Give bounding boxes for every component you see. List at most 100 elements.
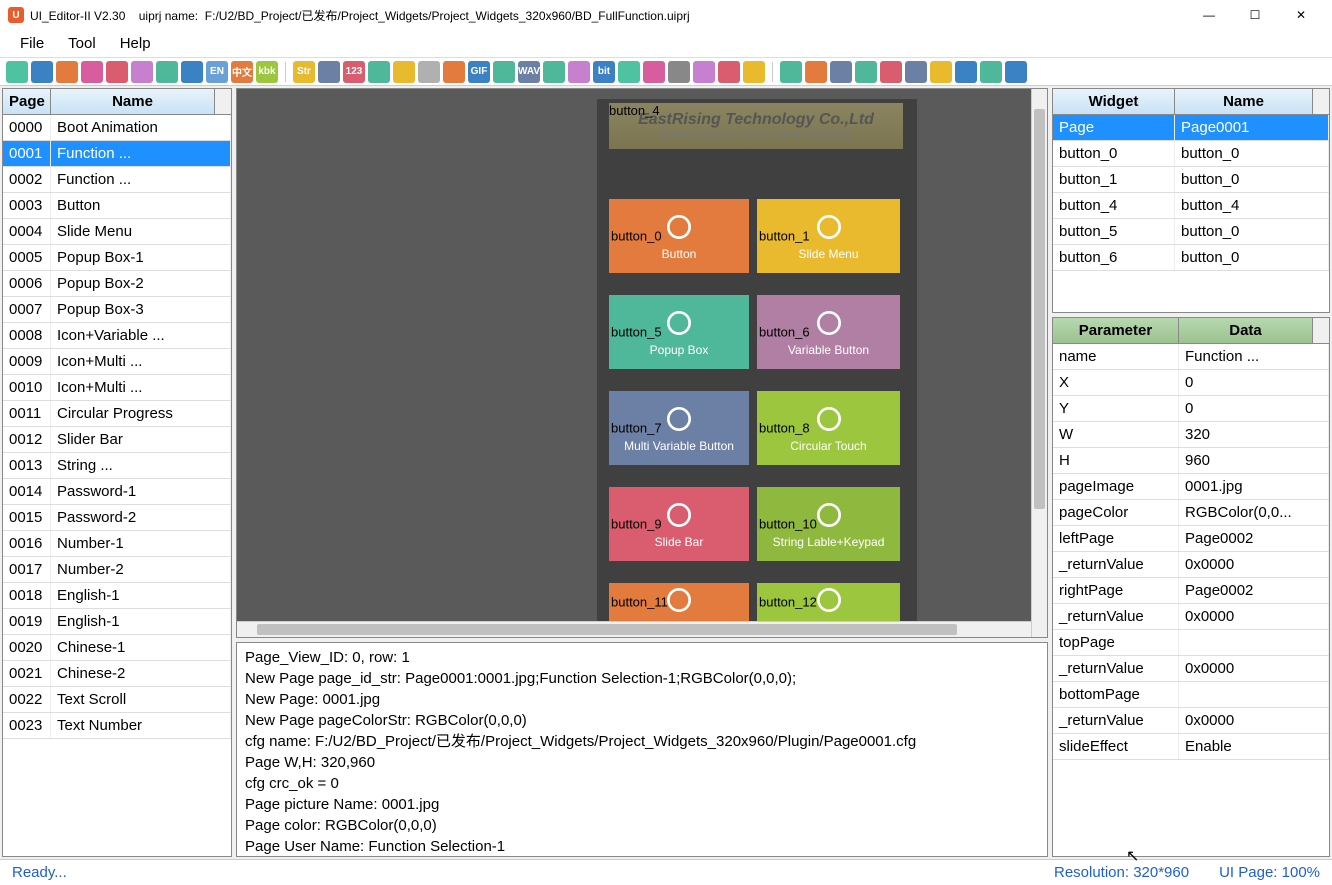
param-value[interactable]: RGBColor(0,0... [1179,500,1329,525]
param-row[interactable]: topPage [1053,630,1329,656]
dist-h-icon[interactable] [880,61,902,83]
canvas-widget-button_1[interactable]: button_1Slide Menu [755,197,902,275]
device-canvas[interactable]: button_4EastRising Technology Co.,LtdDem… [597,99,917,638]
menu-icon[interactable] [543,61,565,83]
canvas-widget-button_8[interactable]: button_8Circular Touch [755,389,902,467]
canvas-widget-button_10[interactable]: button_10String Lable+Keypad [755,485,902,563]
param-row[interactable]: W320 [1053,422,1329,448]
page-row[interactable]: 0007Popup Box-3 [3,297,231,323]
crop-icon[interactable] [930,61,952,83]
tiles-icon[interactable] [81,61,103,83]
flash-icon[interactable] [643,61,665,83]
maximize-button[interactable]: ☐ [1232,0,1278,30]
page-row[interactable]: 0015Password-2 [3,505,231,531]
canvas-widget-button_9[interactable]: button_9Slide Bar [607,485,751,563]
param-value[interactable]: Enable [1179,734,1329,759]
refresh-icon[interactable] [6,61,28,83]
record-icon[interactable] [718,61,740,83]
canvas-area[interactable]: button_4EastRising Technology Co.,LtdDem… [236,88,1048,638]
param-row[interactable]: H960 [1053,448,1329,474]
widget-row[interactable]: button_5button_0 [1053,219,1329,245]
dist-v-icon[interactable] [905,61,927,83]
param-row[interactable]: nameFunction ... [1053,344,1329,370]
num-icon[interactable]: 123 [343,61,365,83]
param-value[interactable]: 0x0000 [1179,656,1329,681]
timer-icon[interactable] [418,61,440,83]
page-row[interactable]: 0011Circular Progress [3,401,231,427]
param-row[interactable]: pageImage0001.jpg [1053,474,1329,500]
layout-icon[interactable] [31,61,53,83]
param-value[interactable]: Function ... [1179,344,1329,369]
header-name[interactable]: Name [51,89,215,114]
param-value[interactable]: 960 [1179,448,1329,473]
page-row[interactable]: 0020Chinese-1 [3,635,231,661]
param-row[interactable]: bottomPage [1053,682,1329,708]
alarm-icon[interactable] [443,61,465,83]
pie-icon[interactable] [131,61,153,83]
image-icon[interactable] [668,61,690,83]
center-h-icon[interactable] [955,61,977,83]
param-value[interactable]: 320 [1179,422,1329,447]
disc-icon[interactable] [568,61,590,83]
page-row[interactable]: 0012Slider Bar [3,427,231,453]
target-icon[interactable] [743,61,765,83]
param-value[interactable]: Page0002 [1179,578,1329,603]
cn-icon[interactable]: 中文 [231,61,253,83]
menu-help[interactable]: Help [108,31,163,56]
gif-icon[interactable]: GIF [468,61,490,83]
page-row[interactable]: 0000Boot Animation [3,115,231,141]
param-value[interactable] [1179,630,1329,655]
page-row[interactable]: 0016Number-1 [3,531,231,557]
param-value[interactable]: 0001.jpg [1179,474,1329,499]
qr-icon[interactable] [493,61,515,83]
str-icon[interactable]: Str [293,61,315,83]
page-row[interactable]: 0008Icon+Variable ... [3,323,231,349]
param-value[interactable] [1179,682,1329,707]
canvas-widget-button_5[interactable]: button_5Popup Box [607,293,751,371]
page-row[interactable]: 0023Text Number [3,713,231,739]
clock-icon[interactable] [393,61,415,83]
widget-row[interactable]: PagePage0001 [1053,115,1329,141]
canvas-widget-button_6[interactable]: button_6Variable Button [755,293,902,371]
param-value[interactable]: 0x0000 [1179,708,1329,733]
align-left-icon[interactable] [780,61,802,83]
page-row[interactable]: 0021Chinese-2 [3,661,231,687]
wav-icon[interactable]: WAV [518,61,540,83]
close-button[interactable]: ✕ [1278,0,1324,30]
gear-icon[interactable] [693,61,715,83]
page-row[interactable]: 0010Icon+Multi ... [3,375,231,401]
log-area[interactable]: Page_View_ID: 0, row: 1New Page page_id_… [236,642,1048,857]
page-row[interactable]: 0002Function ... [3,167,231,193]
grid-icon[interactable] [56,61,78,83]
param-row[interactable]: _returnValue0x0000 [1053,604,1329,630]
param-row[interactable]: X0 [1053,370,1329,396]
param-row[interactable]: _returnValue0x0000 [1053,552,1329,578]
param-row[interactable]: _returnValue0x0000 [1053,656,1329,682]
canvas-scrollbar-vertical[interactable] [1031,89,1047,637]
page-row[interactable]: 0001Function ... [3,141,231,167]
edit-icon[interactable] [106,61,128,83]
param-row[interactable]: pageColorRGBColor(0,0... [1053,500,1329,526]
canvas-widget-button_12[interactable]: button_12 [755,581,902,623]
widget-row[interactable]: button_0button_0 [1053,141,1329,167]
param-row[interactable]: _returnValue0x0000 [1053,708,1329,734]
page-row[interactable]: 0009Icon+Multi ... [3,349,231,375]
widget-row[interactable]: button_6button_0 [1053,245,1329,271]
align-right-icon[interactable] [805,61,827,83]
param-row[interactable]: rightPagePage0002 [1053,578,1329,604]
page-row[interactable]: 0003Button [3,193,231,219]
param-value[interactable]: 0x0000 [1179,552,1329,577]
menu-file[interactable]: File [8,31,56,56]
minimize-button[interactable]: — [1186,0,1232,30]
center-v-icon[interactable] [980,61,1002,83]
header-page[interactable]: Page [3,89,51,114]
page-row[interactable]: 0019English-1 [3,609,231,635]
kbk-icon[interactable]: kbk [256,61,278,83]
param-value[interactable]: 0 [1179,396,1329,421]
page-row[interactable]: 0017Number-2 [3,557,231,583]
canvas-widget-button_11[interactable]: button_11 [607,581,751,623]
param-value[interactable]: 0 [1179,370,1329,395]
widget-row[interactable]: button_4button_4 [1053,193,1329,219]
page-row[interactable]: 0006Popup Box-2 [3,271,231,297]
canvas-widget-button_0[interactable]: button_0Button [607,197,751,275]
